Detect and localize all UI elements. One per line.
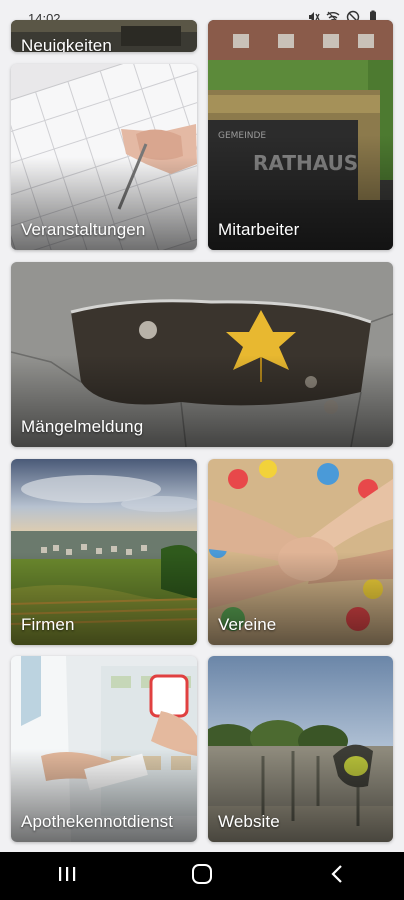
tile-label-veranstaltungen: Veranstaltungen [21,220,146,239]
tile-label-firmen: Firmen [21,615,75,634]
tile-vereine[interactable]: Vereine [208,459,393,645]
tile-label-maengelmeldung: Mängelmeldung [21,417,144,436]
tile-label-website: Website [218,812,280,831]
tile-veranstaltungen[interactable]: Veranstaltungen [11,64,197,250]
tile-website[interactable]: Website [208,656,393,842]
tile-label-mitarbeiter: Mitarbeiter [218,220,300,239]
tile-apothekennotdienst[interactable]: Apothekennotdienst [11,656,197,842]
tile-firmen[interactable]: Firmen [11,459,197,645]
tile-neuigkeiten[interactable]: Neuigkeiten [11,20,197,52]
back-icon [330,864,344,889]
recents-button[interactable] [37,856,97,896]
tile-maengelmeldung[interactable]: Mängelmeldung [11,262,393,447]
home-icon [191,863,213,890]
tile-label-neuigkeiten: Neuigkeiten [21,36,112,52]
navigation-bar [0,852,404,900]
back-button[interactable] [307,856,367,896]
tile-mitarbeiter[interactable]: GEMEINDE RATHAUS Mitarbeiter [208,20,393,250]
tile-label-vereine: Vereine [218,615,277,634]
home-button[interactable] [172,856,232,896]
tile-label-apothekennotdienst: Apothekennotdienst [21,812,174,831]
recents-icon [57,865,77,888]
